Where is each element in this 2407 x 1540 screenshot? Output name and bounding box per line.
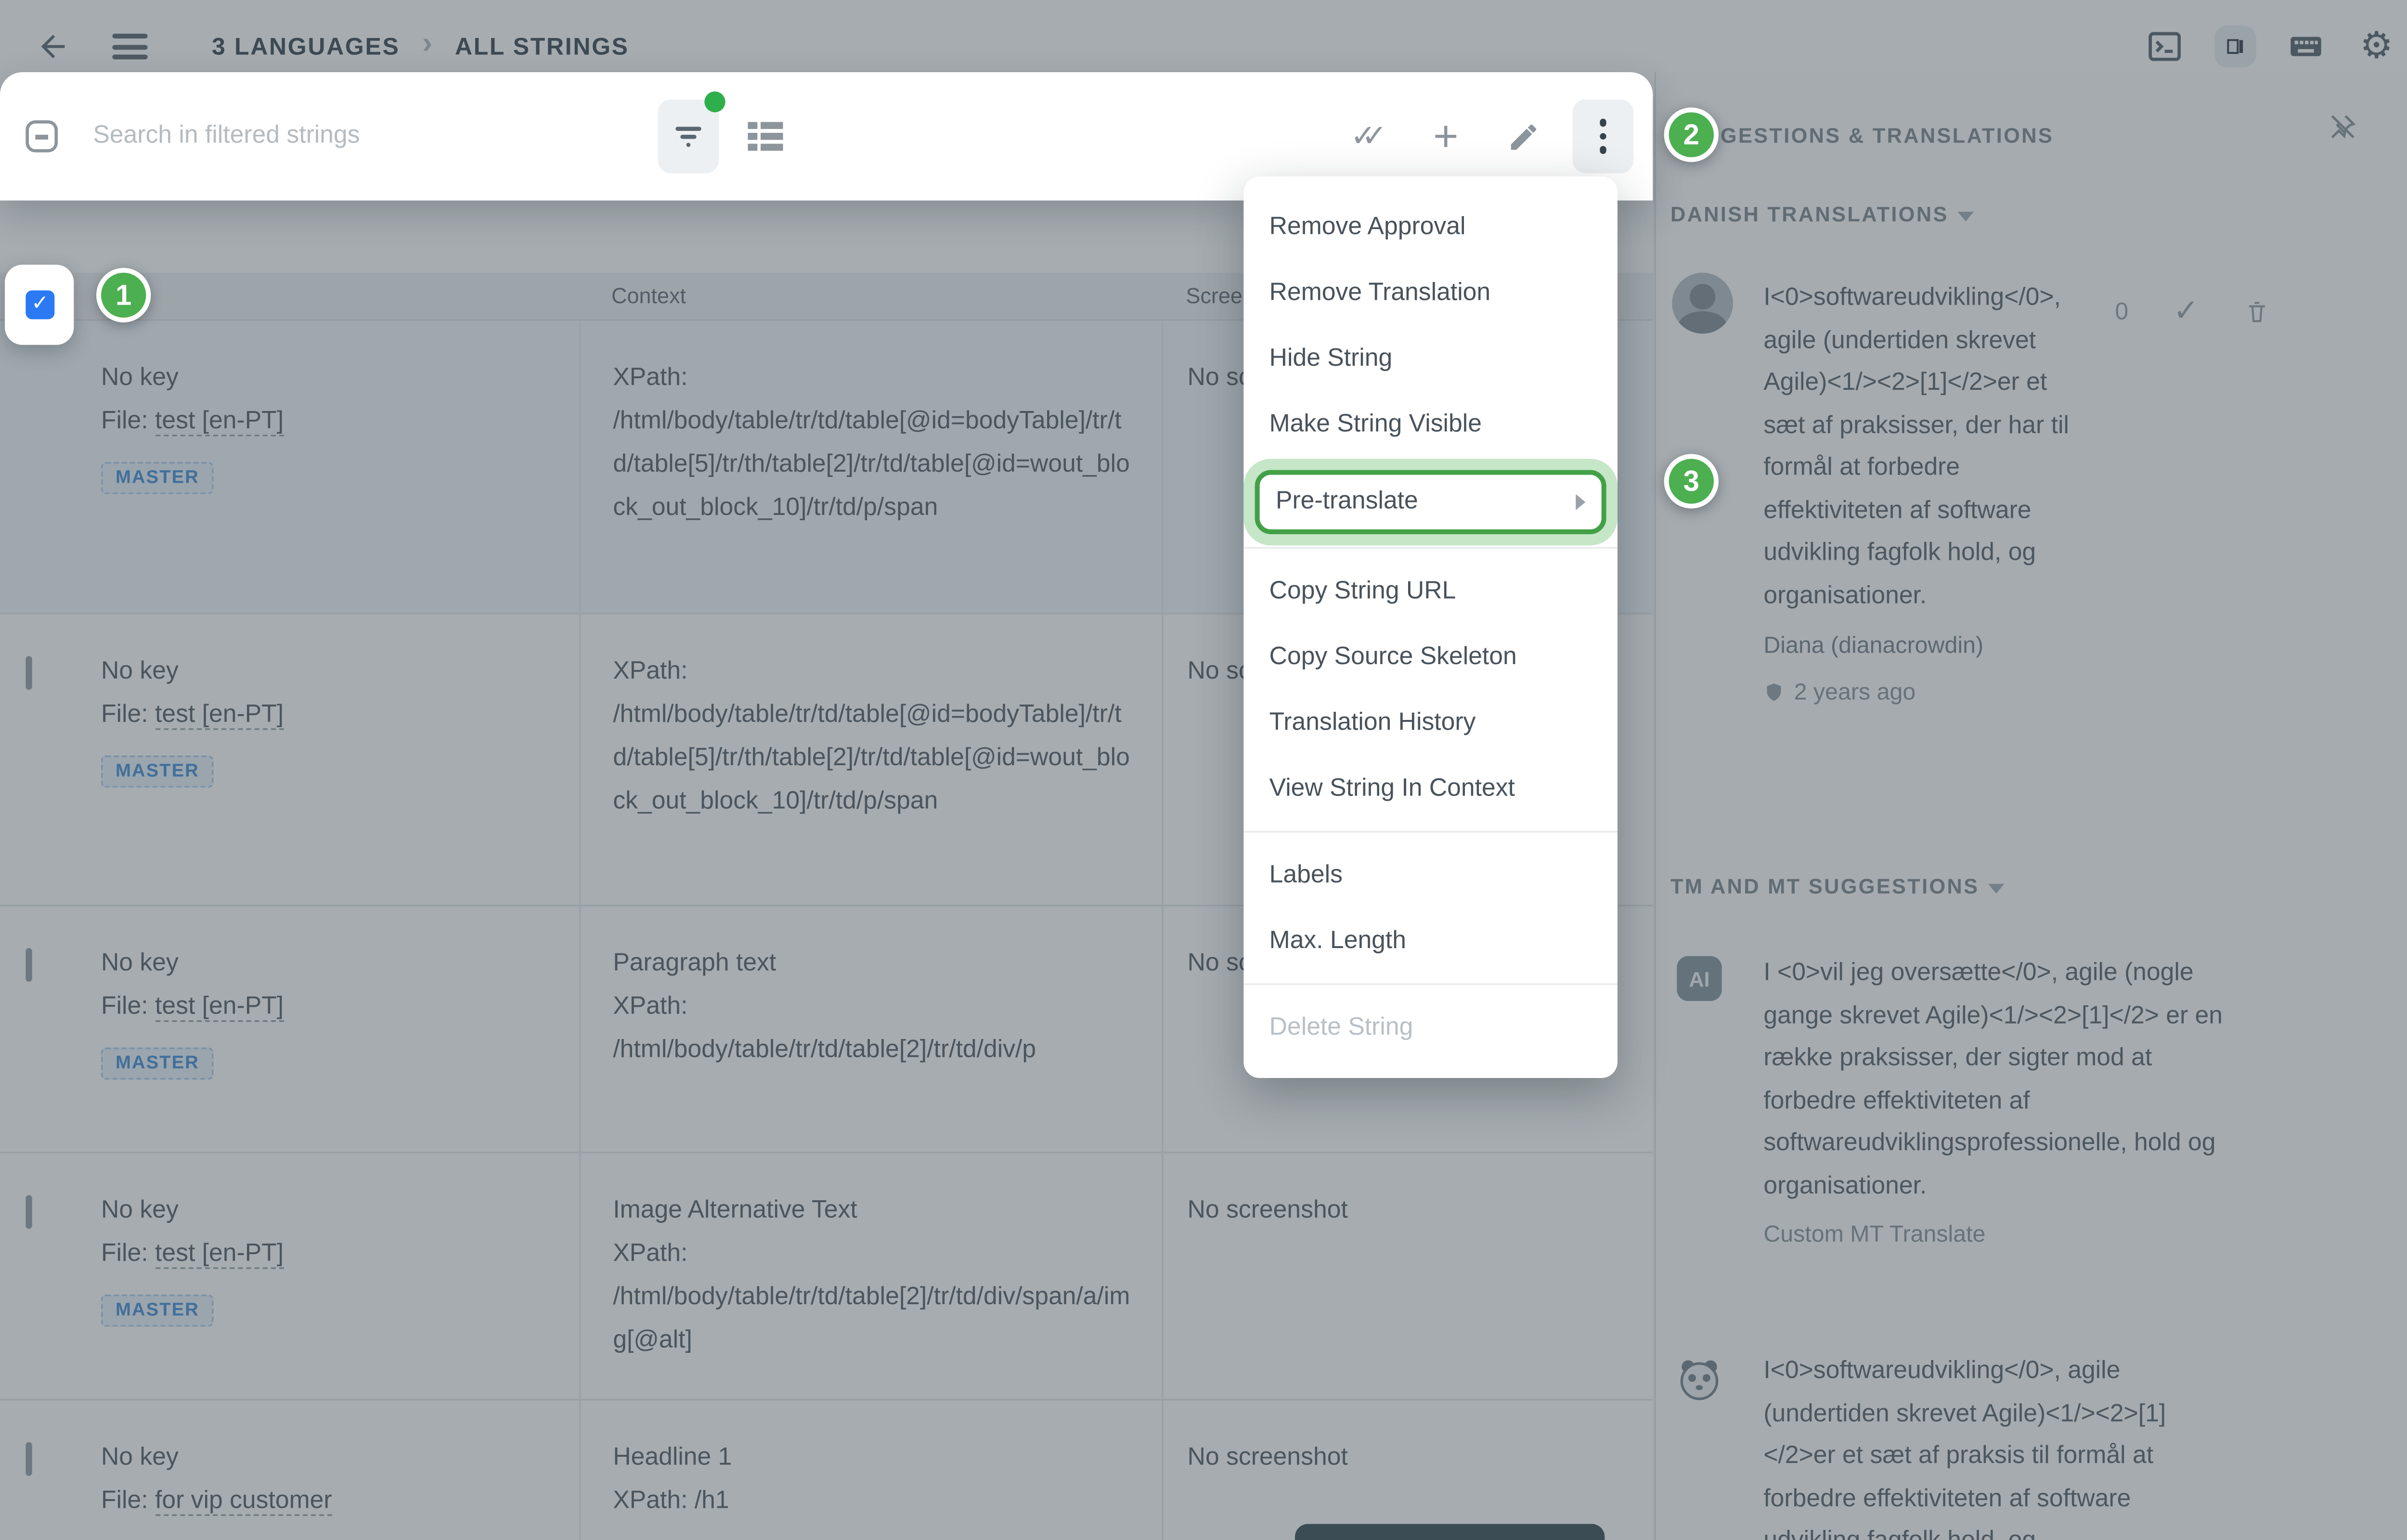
row-checkbox-checked[interactable]: ✓	[26, 290, 54, 319]
menu-item-remove-translation[interactable]: Remove Translation	[1243, 260, 1618, 326]
tutorial-dim-overlay	[0, 0, 2407, 1540]
filter-active-dot	[704, 91, 725, 112]
editor-screen: 3 LANGUAGES › ALL STRINGS ⚙ Key Context	[0, 0, 2407, 1540]
menu-item-make-string-visible[interactable]: Make String Visible	[1243, 391, 1618, 457]
menu-item-view-string-in-context[interactable]: View String In Context	[1243, 756, 1618, 821]
search-input[interactable]	[90, 120, 539, 153]
menu-item-pre-translate[interactable]: Pre-translate	[1255, 470, 1606, 534]
menu-item-copy-string-url[interactable]: Copy String URL	[1243, 558, 1618, 624]
edit-icon[interactable]	[1496, 101, 1550, 172]
collapse-search-icon[interactable]	[26, 120, 58, 153]
menu-item-translation-history[interactable]: Translation History	[1243, 690, 1618, 756]
menu-separator	[1243, 547, 1618, 549]
tutorial-marker-2[interactable]: 2	[1664, 107, 1719, 162]
tutorial-marker-3[interactable]: 3	[1664, 454, 1719, 508]
approve-all-icon[interactable]: ✓✓	[1342, 101, 1396, 172]
checkbox-spotlight: ✓	[5, 265, 74, 345]
menu-item-copy-source-skeleton[interactable]: Copy Source Skeleton	[1243, 624, 1618, 690]
more-actions-button[interactable]	[1573, 100, 1634, 173]
view-mode-icon[interactable]	[738, 101, 792, 172]
menu-item-remove-approval[interactable]: Remove Approval	[1243, 194, 1618, 260]
menu-separator	[1243, 983, 1618, 985]
menu-item-max-length[interactable]: Max. Length	[1243, 908, 1618, 974]
string-context-menu: Remove Approval Remove Translation Hide …	[1243, 177, 1618, 1078]
submenu-arrow-icon	[1576, 494, 1585, 510]
filter-button[interactable]	[658, 100, 719, 173]
menu-item-delete-string: Delete String	[1243, 995, 1618, 1061]
tutorial-marker-1[interactable]: 1	[96, 268, 151, 322]
add-string-icon[interactable]: +	[1419, 101, 1473, 172]
menu-item-labels[interactable]: Labels	[1243, 842, 1618, 908]
menu-item-hide-string[interactable]: Hide String	[1243, 326, 1618, 392]
menu-separator	[1243, 831, 1618, 833]
